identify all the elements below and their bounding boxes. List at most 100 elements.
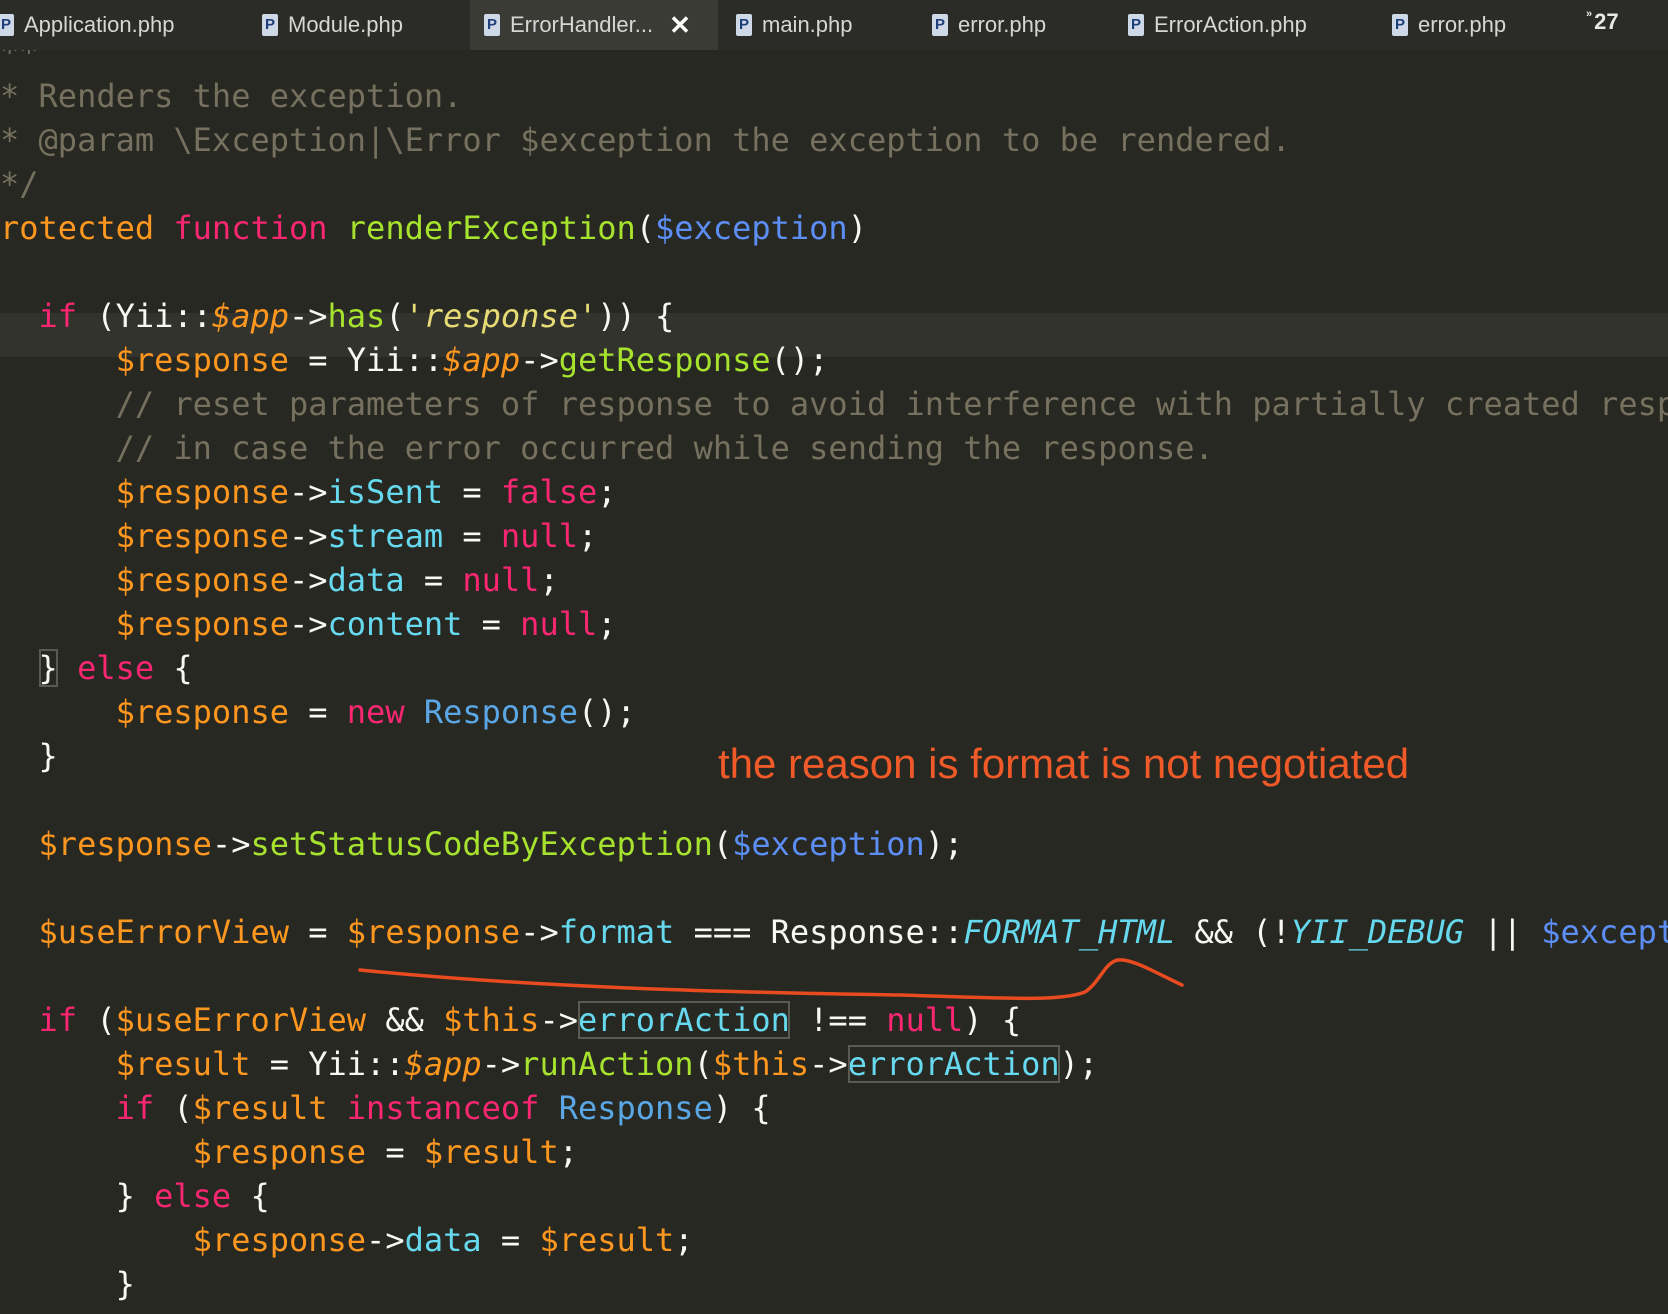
code-token: null <box>500 517 578 555</box>
code-line[interactable]: * Renders the exception. <box>0 74 462 118</box>
hidden-tabs-overflow-button[interactable]: »27 <box>1586 8 1619 35</box>
code-line[interactable]: $response = new Response(); <box>0 690 636 734</box>
code-line[interactable]: rotected function renderException($excep… <box>0 206 867 250</box>
code-line[interactable]: if ($result instanceof Response) { <box>0 1086 771 1130</box>
code-token: = <box>366 1133 424 1171</box>
code-token: || <box>1464 913 1542 951</box>
tab-error-php[interactable]: P error.php <box>932 0 1046 50</box>
code-line[interactable]: $response->isSent = false; <box>0 470 617 514</box>
code-editor[interactable]: ** * Renders the exception. * @param \Exce… <box>0 50 1668 1314</box>
code-line[interactable]: ** <box>0 50 39 74</box>
code-token: Response <box>558 1089 713 1127</box>
code-line[interactable]: $response->setStatusCodeByException($exc… <box>0 822 964 866</box>
code-token: errorAction <box>577 1001 790 1039</box>
code-token: if <box>115 1089 174 1127</box>
code-token: ; <box>597 605 617 643</box>
code-line[interactable]: * @param \Exception|\Error $exception th… <box>0 118 1291 162</box>
code-token: $useErrorView <box>38 913 289 951</box>
tab-label: Module.php <box>288 12 403 37</box>
code-token: = <box>462 605 521 643</box>
code-token: { <box>250 1177 270 1215</box>
code-line[interactable]: // in case the error occurred while send… <box>0 426 1214 470</box>
code-token: = <box>443 473 501 511</box>
code-line[interactable]: $response->content = null; <box>0 602 617 646</box>
code-line[interactable]: } <box>0 1262 135 1306</box>
code-token: if <box>38 297 97 335</box>
code-token: $response <box>115 693 289 731</box>
code-token: } <box>0 737 58 775</box>
tab-module-php[interactable]: P Module.php <box>262 0 403 50</box>
editor-tab-bar: P Application.php P Module.php P ErrorHa… <box>0 0 1668 50</box>
code-line[interactable]: if (Yii::$app->has('response')) { <box>0 294 675 338</box>
code-token: * @param \Exception|\Error $exception th… <box>0 121 1291 159</box>
code-token: { <box>173 649 193 687</box>
code-token: $response <box>115 517 289 555</box>
tab-application-php[interactable]: P Application.php <box>0 0 174 50</box>
code-token: && (! <box>1175 913 1291 951</box>
code-token: $response <box>192 1133 367 1171</box>
overflow-chevron-icon: » <box>1586 8 1593 20</box>
code-token: ( <box>712 825 733 863</box>
code-token: } <box>38 649 58 687</box>
code-token: -> <box>539 1001 578 1039</box>
code-token: -> <box>520 341 559 379</box>
code-token: -> <box>481 1045 521 1083</box>
code-token: 'response' <box>404 297 598 335</box>
code-token: $response <box>115 605 289 643</box>
code-token: !== <box>789 1001 887 1039</box>
code-token: Response <box>423 693 578 731</box>
code-token: -> <box>366 1221 405 1259</box>
code-token: === Response:: <box>674 913 964 951</box>
code-token: -> <box>288 297 328 335</box>
code-token: if <box>38 1001 97 1039</box>
php-file-icon: P <box>736 14 752 36</box>
code-token: format <box>558 913 675 951</box>
code-token: YII_DEBUG <box>1290 913 1465 951</box>
code-token: ( <box>693 1045 713 1083</box>
code-line[interactable]: // reset parameters of response to avoid… <box>0 382 1668 426</box>
code-token: $result <box>192 1089 328 1127</box>
code-token: $response <box>115 341 289 379</box>
code-token: -> <box>288 561 328 599</box>
code-token: // reset parameters of response to avoid… <box>115 385 1668 423</box>
code-token: = <box>288 693 347 731</box>
code-line[interactable]: $response->data = null; <box>0 558 559 602</box>
code-token: $useErrorView <box>115 1001 367 1039</box>
code-line[interactable]: $response = $result; <box>0 1130 578 1174</box>
code-token: -> <box>288 517 328 555</box>
code-line[interactable]: $response->stream = null; <box>0 514 598 558</box>
code-line[interactable]: $useErrorView = $response->format === Re… <box>0 910 1668 954</box>
code-token: data <box>404 1221 482 1259</box>
code-line[interactable]: $result = Yii::$app->runAction($this->er… <box>0 1042 1098 1086</box>
code-line[interactable]: } else { <box>0 646 193 690</box>
php-file-icon: P <box>0 14 14 36</box>
tab-errorhandler-php[interactable]: P ErrorHandler... ✕ <box>470 0 718 50</box>
code-token: $response <box>38 825 212 863</box>
tab-error-php-2[interactable]: P error.php <box>1392 0 1506 50</box>
code-line[interactable]: if ($useErrorView && $this->errorAction … <box>0 998 1021 1042</box>
tab-label: main.php <box>762 12 853 37</box>
close-icon[interactable]: ✕ <box>669 12 691 38</box>
code-token: } <box>0 1177 155 1215</box>
code-token: ** <box>0 50 39 71</box>
code-token: isSent <box>327 473 444 511</box>
code-token: $this <box>712 1045 810 1083</box>
tab-erroraction-php[interactable]: P ErrorAction.php <box>1128 0 1307 50</box>
code-token: -> <box>809 1045 848 1083</box>
code-token: ( <box>173 1089 193 1127</box>
code-line[interactable]: */ <box>0 162 39 206</box>
tab-main-php[interactable]: P main.php <box>736 0 853 50</box>
code-line[interactable]: $response->data = $result; <box>0 1218 694 1262</box>
code-token: )) { <box>597 297 675 335</box>
code-line[interactable]: } <box>0 734 58 778</box>
tab-label: ErrorAction.php <box>1154 12 1307 37</box>
code-line[interactable]: $response = Yii::$app->getResponse(); <box>0 338 829 382</box>
code-line[interactable]: } else { <box>0 1174 270 1218</box>
